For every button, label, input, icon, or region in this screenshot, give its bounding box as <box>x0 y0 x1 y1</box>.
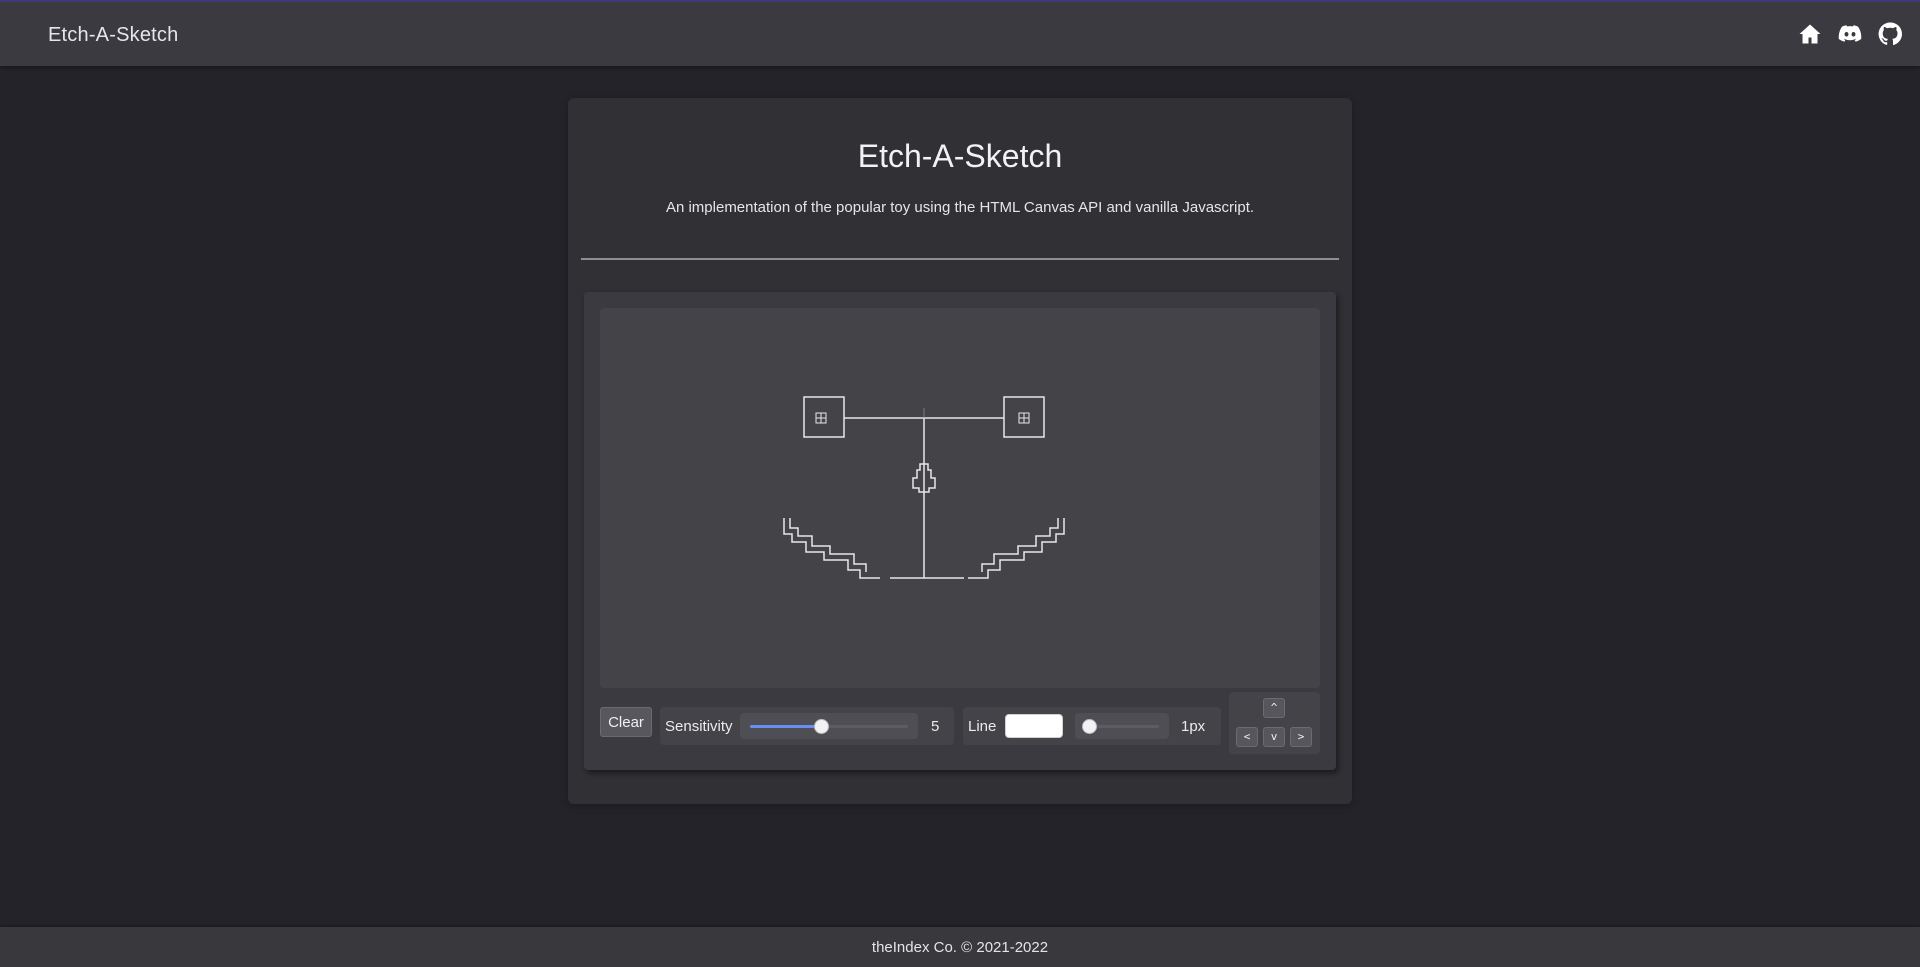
line-width-value: 1px <box>1181 718 1206 735</box>
top-navbar: Etch-A-Sketch <box>0 0 1920 66</box>
line-label: Line <box>968 718 997 735</box>
down-button[interactable]: v <box>1263 727 1285 747</box>
page-title: Etch-A-Sketch <box>857 138 1063 174</box>
footer: theIndex Co. © 2021-2022 <box>0 927 1920 967</box>
line-color-picker[interactable] <box>1005 714 1063 738</box>
sketch-drawing <box>783 396 1065 579</box>
sketch-panel: Clear Sensitivity 5 Line 1px ^ < v > <box>584 292 1336 770</box>
sensitivity-label: Sensitivity <box>665 718 733 735</box>
nav-icons <box>1798 22 1902 46</box>
clear-button[interactable]: Clear <box>600 707 652 737</box>
line-group: Line 1px <box>963 707 1221 745</box>
sensitivity-fill <box>750 725 822 728</box>
discord-icon[interactable] <box>1838 22 1862 46</box>
line-width-thumb[interactable] <box>1082 719 1097 734</box>
direction-pad: ^ < v > <box>1229 692 1320 754</box>
sensitivity-value: 5 <box>931 718 940 735</box>
sensitivity-thumb[interactable] <box>814 719 830 734</box>
right-button[interactable]: > <box>1290 727 1312 747</box>
brand-title[interactable]: Etch-A-Sketch <box>48 24 178 47</box>
line-width-slider[interactable] <box>1075 713 1169 739</box>
github-icon[interactable] <box>1878 22 1902 46</box>
main-card: Etch-A-Sketch An implementation of the p… <box>568 98 1352 804</box>
divider <box>581 258 1339 260</box>
drawing-canvas[interactable] <box>600 308 1320 688</box>
controls-bar: Clear Sensitivity 5 Line 1px ^ < v > <box>600 692 1320 754</box>
left-button[interactable]: < <box>1236 727 1258 747</box>
sensitivity-slider[interactable] <box>740 713 918 739</box>
home-icon[interactable] <box>1798 22 1822 46</box>
up-button[interactable]: ^ <box>1263 698 1285 718</box>
page-subtitle: An implementation of the popular toy usi… <box>665 199 1255 216</box>
sensitivity-group: Sensitivity 5 <box>660 707 954 745</box>
footer-text: theIndex Co. © 2021-2022 <box>871 939 1049 956</box>
